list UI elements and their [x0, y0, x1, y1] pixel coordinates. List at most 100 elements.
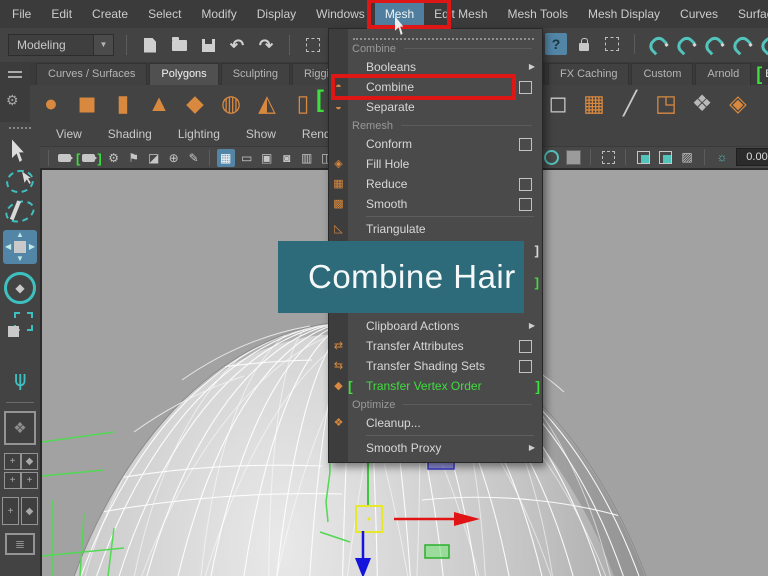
menu-item-cleanup[interactable]: ❖ Cleanup...: [329, 413, 542, 433]
viewport-menu-shading[interactable]: Shading: [108, 127, 152, 141]
option-box[interactable]: [519, 138, 532, 151]
textured-icon[interactable]: [565, 148, 581, 166]
poly-cylinder-icon[interactable]: ▮: [110, 92, 136, 115]
resolution-gate-icon[interactable]: ▣: [259, 149, 275, 167]
menu-tearoff-handle[interactable]: [353, 29, 534, 40]
viewport-menu-lighting[interactable]: Lighting: [178, 127, 220, 141]
toolbox-handle[interactable]: [9, 127, 31, 129]
poly-cube-icon[interactable]: ◼: [74, 92, 100, 115]
outliner-layout-button[interactable]: ≣: [5, 533, 35, 555]
option-box[interactable]: [519, 340, 532, 353]
menubar-item-curves[interactable]: Curves: [670, 1, 728, 27]
camera-icon[interactable]: [56, 149, 72, 167]
two-pane-layout-button[interactable]: +◆: [2, 497, 38, 525]
shelf-tab-sculpting[interactable]: Sculpting: [221, 63, 290, 85]
multi-component-icon[interactable]: ▦: [581, 92, 607, 115]
menu-set-selector[interactable]: Modeling ▼: [8, 34, 114, 56]
poly-cone-icon[interactable]: ▲: [146, 92, 172, 115]
lighting-icon[interactable]: [543, 148, 559, 166]
undo-icon[interactable]: ↶: [226, 34, 248, 56]
shelf-tab-curves-surfaces[interactable]: Curves / Surfaces: [36, 63, 147, 85]
menu-item-reduce[interactable]: ▦ Reduce: [329, 174, 542, 194]
selection-mask-icon[interactable]: [302, 34, 324, 56]
poly-pipe-icon[interactable]: ▯: [290, 92, 316, 115]
camera-attributes-icon[interactable]: ⚙: [106, 149, 122, 167]
save-scene-icon[interactable]: [197, 34, 219, 56]
menu-item-smooth[interactable]: ▩ Smooth: [329, 194, 542, 214]
menubar-item-mesh-tools[interactable]: Mesh Tools: [498, 1, 578, 27]
field-chart-icon[interactable]: ▥: [299, 149, 315, 167]
lasso-tool[interactable]: [6, 170, 34, 193]
menu-item-fill-hole[interactable]: ◈ Fill Hole: [329, 154, 542, 174]
image-plane-toggle-icon[interactable]: ▨: [679, 148, 695, 166]
menu-item-conform[interactable]: Conform: [329, 134, 542, 154]
pan-zoom-icon[interactable]: ⊕: [166, 149, 182, 167]
camera-lock-icon[interactable]: [ ]: [76, 149, 102, 167]
open-scene-icon[interactable]: [168, 34, 190, 56]
menubar-item-create[interactable]: Create: [82, 1, 138, 27]
viewport-menu-view[interactable]: View: [56, 127, 82, 141]
menubar-item-display[interactable]: Display: [247, 1, 306, 27]
bookmark-icon[interactable]: ⚑: [126, 149, 142, 167]
menubar-item-windows[interactable]: Windows: [306, 1, 375, 27]
quad-draw-icon[interactable]: ╱: [617, 92, 643, 115]
shelf-tab-custom[interactable]: Custom: [631, 63, 693, 85]
new-scene-icon[interactable]: [139, 34, 161, 56]
snap-to-points-icon[interactable]: [702, 33, 724, 55]
menubar-item-modify[interactable]: Modify: [191, 1, 246, 27]
bevel-icon[interactable]: ◈: [725, 92, 751, 115]
image-plane-icon[interactable]: ◪: [146, 149, 162, 167]
scale-tool[interactable]: [7, 312, 33, 338]
poly-sphere-icon[interactable]: ●: [38, 92, 64, 115]
select-highlight-icon[interactable]: [600, 148, 616, 166]
select-tool[interactable]: [12, 139, 29, 162]
option-box[interactable]: [519, 360, 532, 373]
exposure-icon[interactable]: ☼: [714, 148, 730, 166]
menu-item-smooth-proxy[interactable]: Smooth Proxy ▶: [329, 438, 542, 458]
poly-plane-icon[interactable]: ◆: [182, 92, 208, 115]
lock-selection-icon[interactable]: [573, 33, 595, 55]
shelf-tab-arnold[interactable]: Arnold: [695, 63, 751, 85]
menu-item-transfer-vertex-order[interactable]: ◆ [ Transfer Vertex Order ]: [329, 376, 542, 396]
menubar-item-mesh[interactable]: Mesh: [375, 1, 424, 27]
select-tool-icon[interactable]: [601, 33, 623, 55]
option-box[interactable]: [519, 198, 532, 211]
exposure-value-field[interactable]: 0.00: [736, 148, 768, 166]
make-live-icon[interactable]: [758, 33, 768, 55]
gate-mask-icon[interactable]: ◙: [279, 149, 295, 167]
move-tool[interactable]: ▲ ▼ ◀ ▶: [3, 230, 37, 264]
snap-to-grids-icon[interactable]: [646, 33, 668, 55]
menubar-item-select[interactable]: Select: [138, 1, 191, 27]
snap-to-projected-center-icon[interactable]: [730, 33, 752, 55]
paint-select-tool[interactable]: [5, 201, 35, 222]
four-pane-layout-button[interactable]: +◆++: [4, 453, 36, 489]
sweep-mesh-icon[interactable]: ❖: [689, 92, 715, 115]
gear-icon[interactable]: ⚙: [6, 92, 19, 109]
help-icon[interactable]: ?: [545, 33, 567, 55]
option-box[interactable]: [519, 178, 532, 191]
poly-wire-cube-icon[interactable]: ◻: [545, 92, 571, 115]
menu-item-transfer-attributes[interactable]: ⇄ Transfer Attributes: [329, 336, 542, 356]
menubar-item-mesh-display[interactable]: Mesh Display: [578, 1, 670, 27]
viewport-menu-show[interactable]: Show: [246, 127, 276, 141]
menu-item-combine[interactable]: ◓ Combine: [329, 77, 542, 97]
extrude-icon[interactable]: ◳: [653, 92, 679, 115]
option-box[interactable]: [519, 81, 532, 94]
shelf-tab-polygons[interactable]: Polygons: [149, 63, 218, 85]
isolate-add-icon[interactable]: [657, 148, 673, 166]
grease-pencil-icon[interactable]: ✎: [186, 149, 202, 167]
shelf-menu-icon[interactable]: [8, 71, 22, 73]
joint-tool[interactable]: ⋔: [11, 370, 29, 392]
film-gate-icon[interactable]: ▭: [239, 149, 255, 167]
chevron-down-icon[interactable]: ▼: [94, 34, 114, 56]
single-pane-layout-button[interactable]: ❖: [4, 411, 36, 445]
shelf-tab-fx-caching[interactable]: FX Caching: [548, 63, 629, 85]
menu-item-triangulate[interactable]: ◺ Triangulate: [329, 219, 542, 239]
toolbar-separator[interactable]: [634, 34, 635, 54]
isolate-select-icon[interactable]: [635, 148, 651, 166]
poly-pyramid-icon[interactable]: ◭: [254, 92, 280, 115]
menu-item-clipboard-actions[interactable]: Clipboard Actions ▶: [329, 316, 542, 336]
menubar-item-file[interactable]: File: [2, 1, 41, 27]
redo-icon[interactable]: ↷: [255, 34, 277, 56]
poly-torus-icon[interactable]: ◍: [218, 92, 244, 115]
